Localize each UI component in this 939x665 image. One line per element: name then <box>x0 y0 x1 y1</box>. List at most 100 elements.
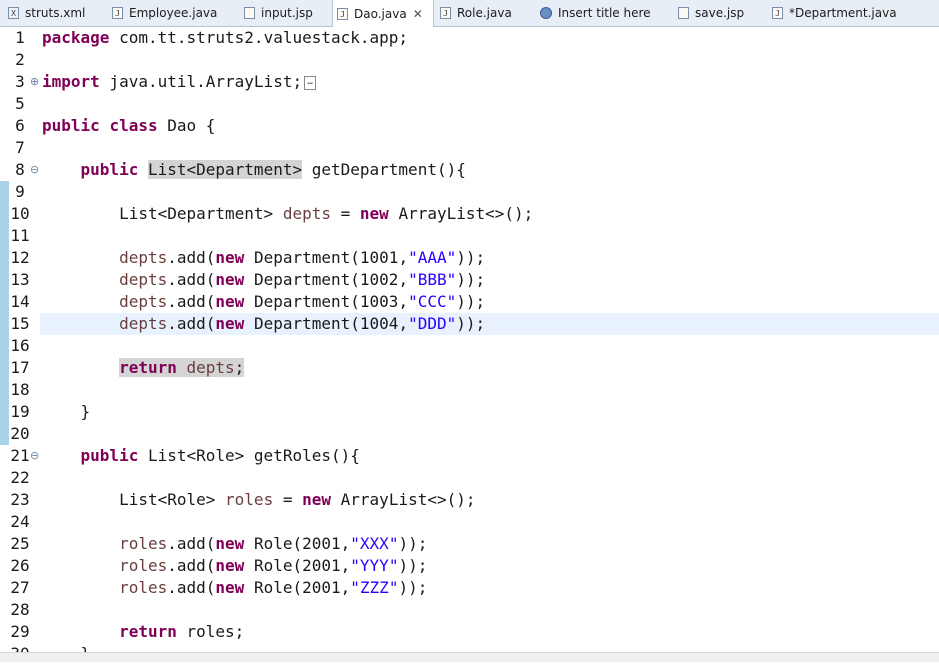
code-token: )); <box>398 556 428 575</box>
line-number: 12 <box>10 248 30 267</box>
line-number: 26 <box>10 556 30 575</box>
jsp-file-icon <box>678 7 689 19</box>
code-token: public <box>80 160 139 179</box>
tab-label: Dao.java <box>354 6 407 21</box>
change-marker <box>0 225 9 247</box>
tab-insert-title-here[interactable]: Insert title here <box>536 0 674 26</box>
tab-save-jsp[interactable]: save.jsp <box>674 0 768 26</box>
code-token: = <box>273 490 303 509</box>
line-number: 23 <box>10 490 30 509</box>
java-file-icon: J <box>112 7 123 19</box>
tab-struts-xml[interactable]: Xstruts.xml <box>4 0 108 26</box>
code-token: roles <box>225 490 274 509</box>
code-token: .add( <box>167 314 216 333</box>
xml-file-icon: X <box>8 7 19 19</box>
line-number: 10 <box>10 204 30 223</box>
code-line[interactable]: import java.util.ArrayList;… <box>42 71 317 93</box>
folded-imports-indicator[interactable]: … <box>304 75 317 90</box>
line-number: 14 <box>10 292 30 311</box>
line-number: 15 <box>10 314 30 333</box>
code-token: depts <box>119 248 168 267</box>
line-number: 25 <box>10 534 30 553</box>
code-line[interactable]: depts.add(new Department(1001,"AAA")); <box>42 247 485 269</box>
line-number: 3 <box>15 72 25 91</box>
code-token: List<Department> <box>147 160 303 179</box>
code-line[interactable]: public List<Role> getRoles(){ <box>42 445 360 467</box>
code-token: ArrayList<>(); <box>388 204 534 223</box>
code-line[interactable]: public List<Department> getDepartment(){ <box>42 159 466 181</box>
tab-label: *Department.java <box>789 6 897 20</box>
code-line[interactable]: roles.add(new Role(2001,"XXX")); <box>42 533 427 555</box>
code-token: "ZZZ" <box>350 578 399 597</box>
code-editor[interactable]: 1 package com.tt.struts2.valuestack.app; 2… <box>0 27 939 663</box>
change-marker <box>0 181 9 203</box>
code-token: roles <box>119 556 168 575</box>
tab-label: save.jsp <box>695 6 745 20</box>
code-line[interactable]: depts.add(new Department(1003,"CCC")); <box>42 291 485 313</box>
code-token: depts <box>119 270 168 289</box>
line-number: 21 <box>10 446 30 465</box>
code-line[interactable]: depts.add(new Department(1002,"BBB")); <box>42 269 485 291</box>
code-token: return <box>119 622 177 641</box>
expand-fold-icon[interactable]: ⊕ <box>30 71 39 93</box>
line-number: 9 <box>15 182 25 201</box>
java-file-icon: J <box>772 7 783 19</box>
code-line[interactable]: roles.add(new Role(2001,"YYY")); <box>42 555 427 577</box>
code-line[interactable]: return depts; <box>42 357 245 379</box>
code-token: List<Department> <box>42 204 283 223</box>
code-token: )); <box>398 534 428 553</box>
editor-tab-bar: Xstruts.xml J Employee.java input.jsp J Dao.j… <box>0 0 939 27</box>
code-line[interactable]: List<Department> depts = new ArrayList<>… <box>42 203 533 225</box>
code-token: List<Role> <box>42 490 226 509</box>
code-line[interactable]: depts.add(new Department(1004,"DDD")); <box>42 313 485 335</box>
code-line[interactable]: return roles; <box>42 621 244 643</box>
code-token: )); <box>456 270 486 289</box>
code-token: return <box>119 358 177 377</box>
collapse-fold-icon[interactable]: ⊖ <box>30 445 39 467</box>
code-token: package <box>42 28 110 47</box>
code-token: .add( <box>167 270 216 289</box>
code-token: .add( <box>167 578 216 597</box>
change-marker <box>0 357 9 379</box>
tab-dao-java[interactable]: J Dao.java ✕ <box>332 0 434 27</box>
code-line[interactable]: package com.tt.struts2.valuestack.app; <box>42 27 408 49</box>
tab-employee-java[interactable]: J Employee.java <box>108 0 240 26</box>
code-line[interactable]: } <box>42 401 91 423</box>
line-number: 20 <box>10 424 30 443</box>
code-token: new <box>215 314 245 333</box>
code-line[interactable]: List<Role> roles = new ArrayList<>(); <box>42 489 475 511</box>
change-marker <box>0 401 9 423</box>
code-token: "YYY" <box>350 556 399 575</box>
close-icon[interactable]: ✕ <box>413 7 423 21</box>
change-marker <box>0 379 9 401</box>
line-number: 18 <box>10 380 30 399</box>
change-marker <box>0 203 9 225</box>
code-token: Role(2001, <box>244 556 351 575</box>
code-token: )); <box>456 248 486 267</box>
code-token: new <box>215 248 245 267</box>
tab-label: input.jsp <box>261 6 313 20</box>
line-number: 27 <box>10 578 30 597</box>
collapse-fold-icon[interactable]: ⊖ <box>30 159 39 181</box>
tab-input-jsp[interactable]: input.jsp <box>240 0 332 26</box>
code-line[interactable]: roles.add(new Role(2001,"ZZZ")); <box>42 577 427 599</box>
code-token: roles <box>119 578 168 597</box>
code-token: java.util.ArrayList; <box>99 72 303 91</box>
code-token: new <box>215 270 245 289</box>
code-token: public <box>42 116 100 135</box>
tab-department-java[interactable]: J *Department.java <box>768 0 902 26</box>
code-line[interactable]: public class Dao { <box>42 115 215 137</box>
tab-role-java[interactable]: J Role.java <box>436 0 536 26</box>
code-token: class <box>109 116 158 135</box>
code-token: "XXX" <box>350 534 399 553</box>
